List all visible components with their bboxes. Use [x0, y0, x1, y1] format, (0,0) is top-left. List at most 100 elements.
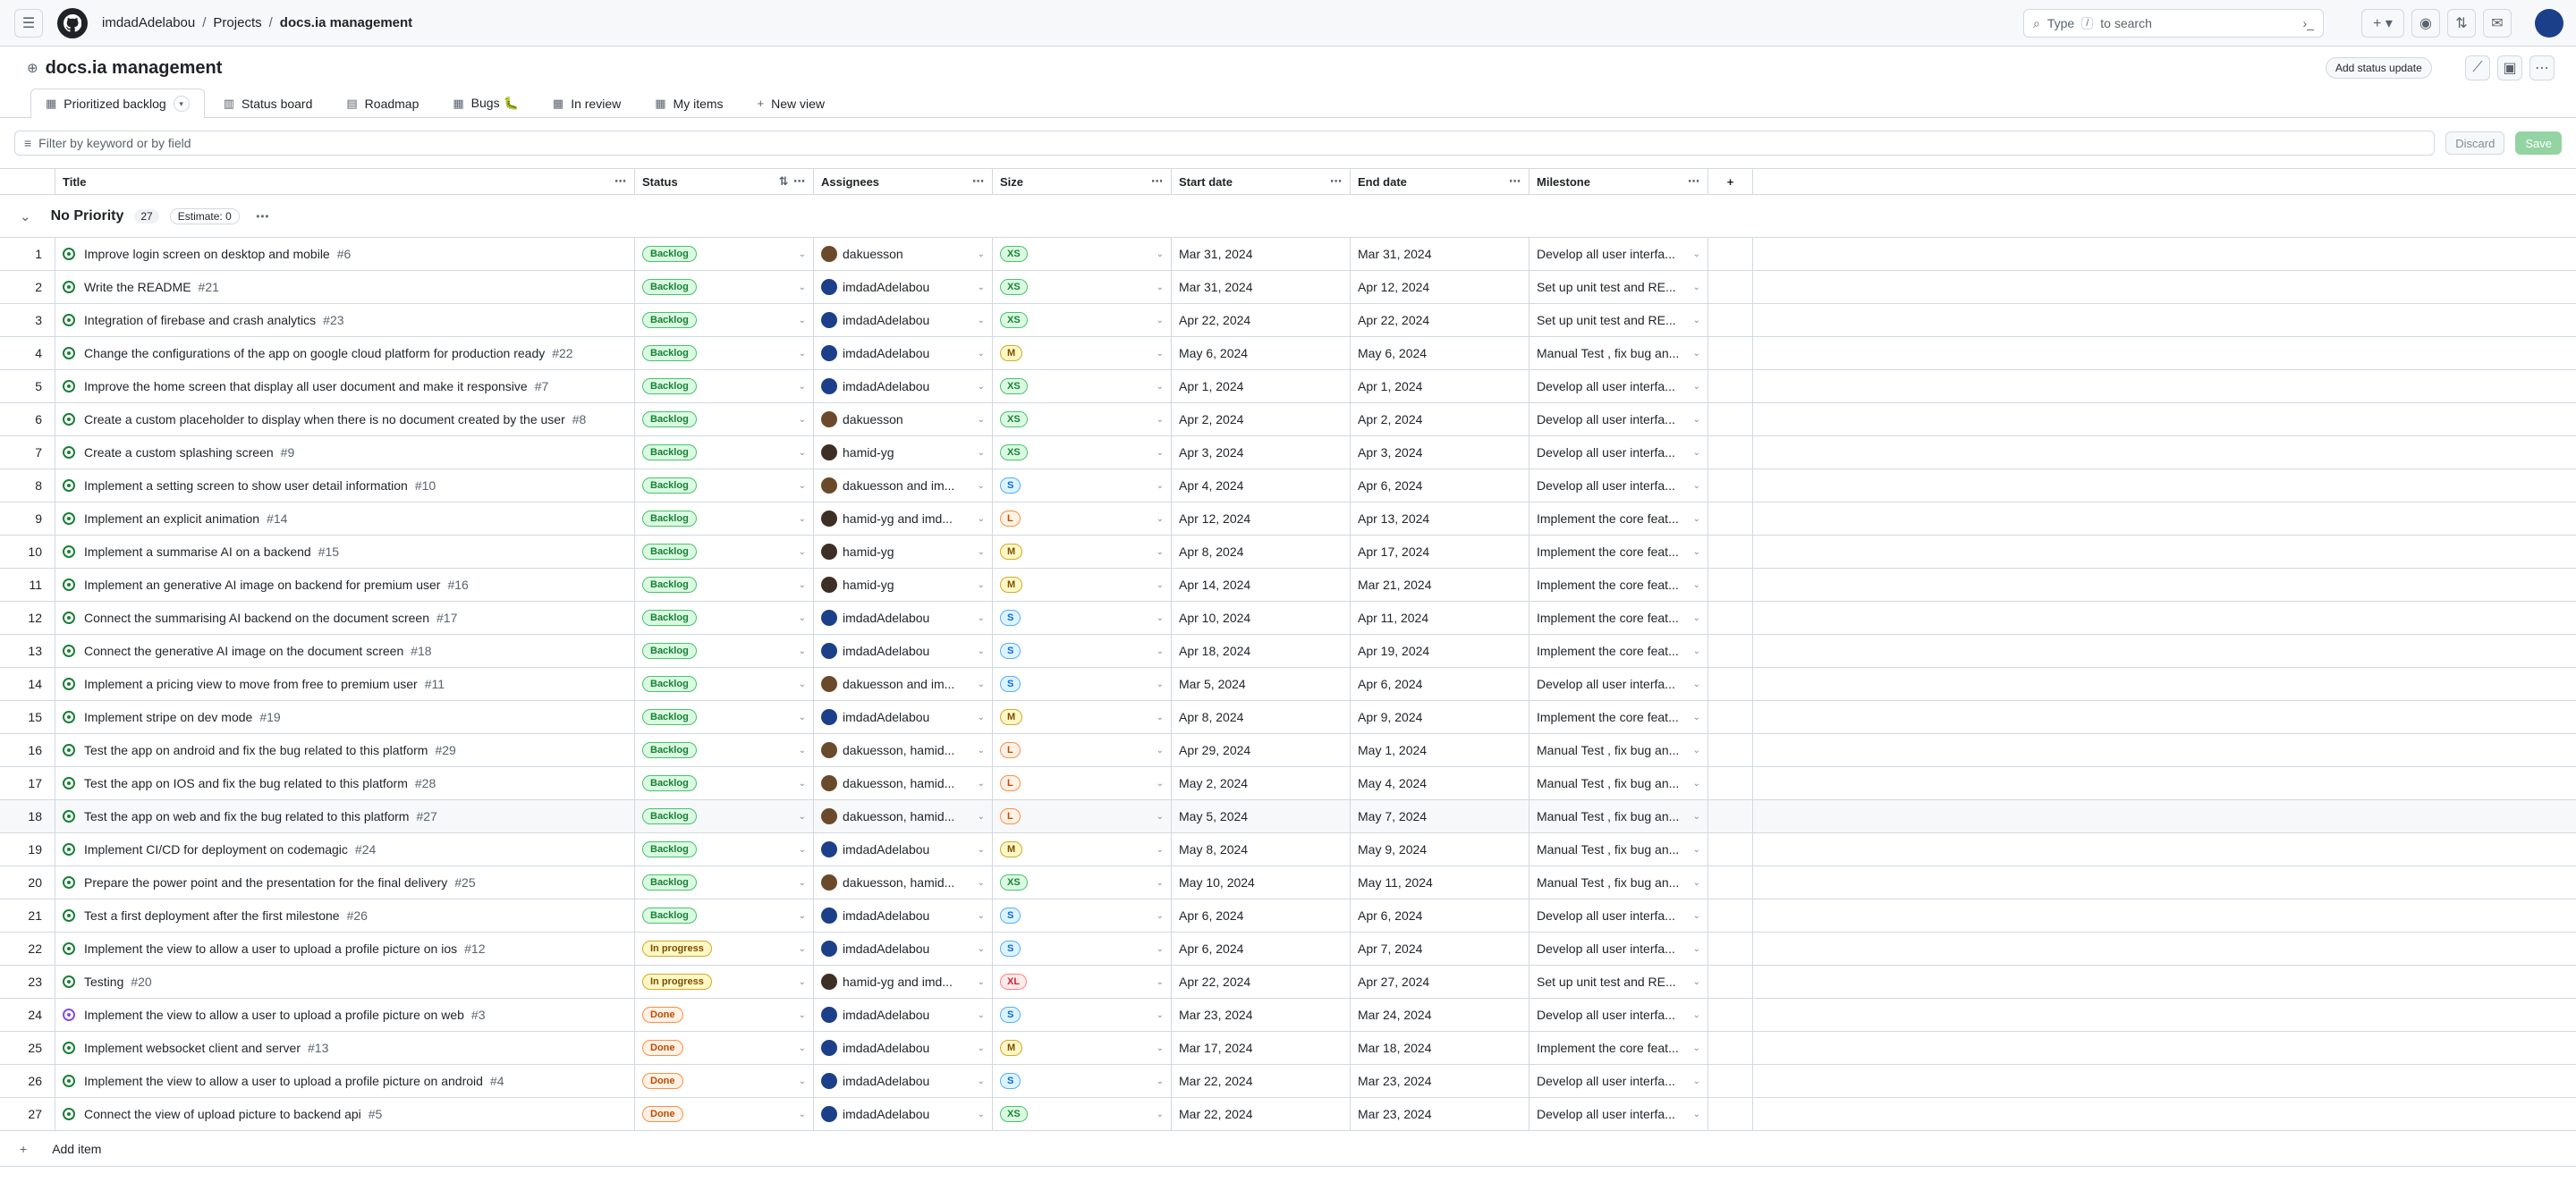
assignees-cell[interactable]: imdadAdelabou ⌄: [814, 271, 993, 303]
tab-status-board[interactable]: ▥ Status board: [208, 89, 328, 117]
chevron-down-icon[interactable]: ⌄: [1693, 316, 1700, 325]
chevron-down-icon[interactable]: ⌄: [799, 878, 806, 888]
start-date-cell[interactable]: Apr 18, 2024: [1172, 635, 1351, 667]
assignees-cell[interactable]: imdadAdelabou ⌄: [814, 337, 993, 369]
title-cell[interactable]: Create a custom placeholder to display w…: [55, 403, 635, 435]
assignees-cell[interactable]: dakuesson ⌄: [814, 238, 993, 270]
table-row[interactable]: 25 Implement websocket client and server #…: [0, 1032, 2576, 1065]
assignees-cell[interactable]: imdadAdelabou ⌄: [814, 370, 993, 402]
assignees-cell[interactable]: imdadAdelabou ⌄: [814, 635, 993, 667]
chevron-down-icon[interactable]: ⌄: [1693, 1076, 1700, 1086]
milestone-cell[interactable]: Develop all user interfa... ⌄: [1530, 668, 1708, 700]
chevron-down-icon[interactable]: ⌄: [978, 415, 985, 425]
size-cell[interactable]: M ⌄: [993, 337, 1172, 369]
chevron-down-icon[interactable]: ⌄: [1157, 249, 1164, 259]
chevron-down-icon[interactable]: ⌄: [1693, 944, 1700, 954]
milestone-cell[interactable]: Set up unit test and RE... ⌄: [1530, 271, 1708, 303]
milestone-cell[interactable]: Set up unit test and RE... ⌄: [1530, 304, 1708, 336]
tab-bugs[interactable]: ▦ Bugs 🐛: [437, 89, 534, 117]
chevron-down-icon[interactable]: ⌄: [1157, 944, 1164, 954]
size-cell[interactable]: XS ⌄: [993, 370, 1172, 402]
column-header-start-date[interactable]: Start date ⋯: [1172, 169, 1351, 194]
assignees-cell[interactable]: imdadAdelabou ⌄: [814, 833, 993, 865]
table-row[interactable]: 17 Test the app on IOS and fix the bug re…: [0, 767, 2576, 800]
title-cell[interactable]: Test the app on IOS and fix the bug rela…: [55, 767, 635, 799]
issue-title[interactable]: Implement an generative AI image on back…: [84, 578, 440, 592]
tab-roadmap[interactable]: ▤ Roadmap: [331, 89, 434, 117]
table-row[interactable]: 9 Implement an explicit animation #14 Backl…: [0, 502, 2576, 536]
issue-title[interactable]: Connect the view of upload picture to ba…: [84, 1107, 361, 1121]
end-date-cell[interactable]: Apr 27, 2024: [1351, 966, 1530, 998]
end-date-cell[interactable]: Mar 31, 2024: [1351, 238, 1530, 270]
inbox-icon[interactable]: ✉: [2483, 9, 2512, 38]
table-row[interactable]: 11 Implement an generative AI image on ba…: [0, 569, 2576, 602]
size-cell[interactable]: S ⌄: [993, 635, 1172, 667]
breadcrumb-project[interactable]: docs.ia management: [280, 15, 412, 30]
title-cell[interactable]: Change the configurations of the app on …: [55, 337, 635, 369]
save-button[interactable]: Save: [2515, 131, 2562, 155]
milestone-cell[interactable]: Implement the core feat... ⌄: [1530, 1032, 1708, 1064]
chevron-down-icon[interactable]: ⌄: [799, 646, 806, 656]
end-date-cell[interactable]: Apr 17, 2024: [1351, 536, 1530, 568]
chevron-down-icon[interactable]: ⌄: [978, 481, 985, 491]
status-cell[interactable]: Backlog ⌄: [635, 536, 814, 568]
end-date-cell[interactable]: Mar 23, 2024: [1351, 1098, 1530, 1130]
title-cell[interactable]: Implement the view to allow a user to up…: [55, 933, 635, 965]
chevron-down-icon[interactable]: ⌄: [1693, 415, 1700, 425]
end-date-cell[interactable]: May 11, 2024: [1351, 866, 1530, 899]
milestone-cell[interactable]: Develop all user interfa... ⌄: [1530, 999, 1708, 1031]
status-cell[interactable]: Backlog ⌄: [635, 767, 814, 799]
issue-title[interactable]: Implement the view to allow a user to up…: [84, 941, 457, 956]
chevron-down-icon[interactable]: ⌄: [1693, 845, 1700, 855]
table-row[interactable]: 8 Implement a setting screen to show user…: [0, 469, 2576, 502]
command-palette-icon[interactable]: ›_: [2303, 16, 2314, 30]
insights-chart-icon[interactable]: ⟋: [2465, 55, 2490, 80]
chevron-down-icon[interactable]: ⌄: [1693, 1110, 1700, 1119]
size-cell[interactable]: XL ⌄: [993, 966, 1172, 998]
chevron-down-icon[interactable]: ⌄: [1693, 613, 1700, 623]
table-row[interactable]: 21 Test a first deployment after the firs…: [0, 899, 2576, 933]
chevron-down-icon[interactable]: ⌄: [978, 448, 985, 458]
size-cell[interactable]: XS ⌄: [993, 1098, 1172, 1130]
assignees-cell[interactable]: imdadAdelabou ⌄: [814, 304, 993, 336]
milestone-cell[interactable]: Develop all user interfa... ⌄: [1530, 933, 1708, 965]
breadcrumb-owner[interactable]: imdadAdelabou: [102, 15, 195, 30]
start-date-cell[interactable]: Apr 8, 2024: [1172, 701, 1351, 733]
start-date-cell[interactable]: May 5, 2024: [1172, 800, 1351, 832]
chevron-down-icon[interactable]: ⌄: [1693, 977, 1700, 987]
column-header-assignees[interactable]: Assignees ⋯: [814, 169, 993, 194]
chevron-down-icon[interactable]: ⌄: [1693, 1010, 1700, 1020]
status-cell[interactable]: Backlog ⌄: [635, 866, 814, 899]
issue-title[interactable]: Test a first deployment after the first …: [84, 908, 340, 923]
start-date-cell[interactable]: Mar 17, 2024: [1172, 1032, 1351, 1064]
assignees-cell[interactable]: hamid-yg and imd... ⌄: [814, 502, 993, 535]
chevron-down-icon[interactable]: ⌄: [1693, 283, 1700, 292]
size-cell[interactable]: L ⌄: [993, 800, 1172, 832]
status-cell[interactable]: Backlog ⌄: [635, 800, 814, 832]
end-date-cell[interactable]: Mar 24, 2024: [1351, 999, 1530, 1031]
table-row[interactable]: 6 Create a custom placeholder to display …: [0, 403, 2576, 436]
end-date-cell[interactable]: Mar 21, 2024: [1351, 569, 1530, 601]
issues-icon[interactable]: ◉: [2411, 9, 2440, 38]
table-row[interactable]: 13 Connect the generative AI image on the…: [0, 635, 2576, 668]
issue-title[interactable]: Connect the summarising AI backend on th…: [84, 611, 429, 625]
chevron-down-icon[interactable]: ⌄: [978, 382, 985, 392]
end-date-cell[interactable]: May 9, 2024: [1351, 833, 1530, 865]
end-date-cell[interactable]: Apr 2, 2024: [1351, 403, 1530, 435]
table-row[interactable]: 10 Implement a summarise AI on a backend #…: [0, 536, 2576, 569]
assignees-cell[interactable]: imdadAdelabou ⌄: [814, 933, 993, 965]
milestone-cell[interactable]: Implement the core feat... ⌄: [1530, 701, 1708, 733]
column-menu-icon[interactable]: ⋯: [614, 174, 627, 189]
table-row[interactable]: 2 Write the README #21 Backlog ⌄ imdadAdelabo…: [0, 271, 2576, 304]
size-cell[interactable]: XS ⌄: [993, 304, 1172, 336]
chevron-down-icon[interactable]: ⌄: [1693, 349, 1700, 359]
title-cell[interactable]: Implement a setting screen to show user …: [55, 469, 635, 502]
issue-title[interactable]: Connect the generative AI image on the d…: [84, 644, 403, 658]
issue-title[interactable]: Implement websocket client and server: [84, 1041, 301, 1055]
end-date-cell[interactable]: Apr 12, 2024: [1351, 271, 1530, 303]
assignees-cell[interactable]: imdadAdelabou ⌄: [814, 602, 993, 634]
chevron-down-icon[interactable]: ⌄: [978, 547, 985, 557]
end-date-cell[interactable]: Apr 1, 2024: [1351, 370, 1530, 402]
table-row[interactable]: 14 Implement a pricing view to move from …: [0, 668, 2576, 701]
search-input[interactable]: ⌕ Type / to search ›_: [2023, 9, 2324, 38]
